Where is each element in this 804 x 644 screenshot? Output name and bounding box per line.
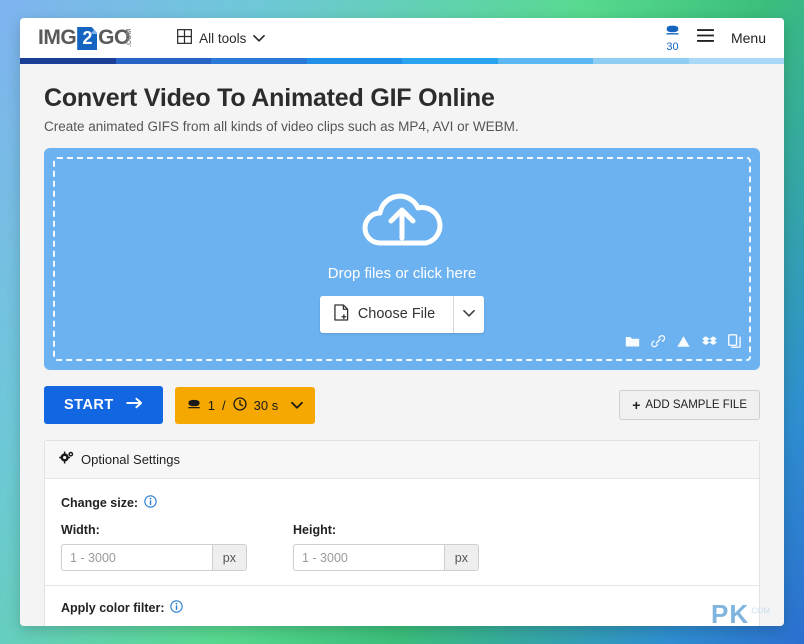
optional-settings-body: Change size: Width: px <box>45 479 759 626</box>
width-unit: px <box>211 544 247 571</box>
width-input-group: px <box>61 544 247 571</box>
watermark-small: .COM <box>749 606 770 616</box>
link-icon[interactable] <box>651 334 666 353</box>
quota-separator: / <box>222 397 226 413</box>
logo-text-two: 2 <box>77 27 98 50</box>
clock-icon <box>232 396 247 414</box>
info-icon[interactable] <box>170 600 184 616</box>
quota-files-count: 1 <box>207 397 215 413</box>
chevron-down-icon <box>291 398 304 413</box>
dropzone-inner: Drop files or click here Choose File <box>53 157 751 361</box>
start-button[interactable]: START <box>44 386 163 424</box>
change-size-label: Change size: <box>61 496 139 510</box>
header-right: 30 Menu <box>665 24 766 53</box>
file-add-icon <box>334 303 349 325</box>
file-dropzone[interactable]: Drop files or click here Choose File <box>44 148 760 370</box>
watermark: PK.COM <box>711 599 770 626</box>
main-content: Convert Video To Animated GIF Online Cre… <box>20 64 784 626</box>
hamburger-icon[interactable] <box>696 28 715 48</box>
choose-file-group: Choose File <box>319 295 485 333</box>
quota-badge[interactable]: 1 / 30 s <box>174 386 316 424</box>
logo-text-com: .COM <box>125 28 133 47</box>
quota-duration: 30 s <box>253 397 279 413</box>
folder-icon[interactable] <box>625 335 640 353</box>
height-label: Height: <box>293 523 337 537</box>
grid-icon <box>177 29 193 47</box>
credits-count: 30 <box>666 40 679 53</box>
logo-text-img: IMG <box>38 26 77 49</box>
width-label: Width: <box>61 523 100 537</box>
info-icon[interactable] <box>144 495 157 511</box>
settings-divider <box>45 585 759 586</box>
change-size-label-row: Change size: <box>61 495 743 511</box>
height-unit: px <box>443 544 479 571</box>
credits-counter[interactable]: 30 <box>665 24 680 53</box>
google-drive-icon[interactable] <box>676 335 691 353</box>
watermark-text: PK <box>710 599 750 626</box>
page-subtitle: Create animated GIFS from all kinds of v… <box>44 119 519 134</box>
add-sample-file-button[interactable]: + ADD SAMPLE FILE <box>619 390 760 420</box>
dropbox-icon[interactable] <box>702 335 717 353</box>
color-filter-label-row: Apply color filter: <box>61 600 743 616</box>
height-input-group: px <box>293 544 479 571</box>
drop-files-text: Drop files or click here <box>327 264 477 282</box>
import-service-icons <box>625 334 741 353</box>
optional-settings-panel: Optional Settings Change size: Width: 1 … <box>44 440 760 626</box>
cloud-upload-icon <box>356 186 448 261</box>
plus-icon: + <box>632 397 641 413</box>
action-row: START 1 / 30 s + ADD SAMPLE FILE <box>44 386 760 424</box>
choose-file-button[interactable]: Choose File <box>319 295 455 333</box>
clipboard-icon[interactable] <box>728 334 741 353</box>
start-label: START <box>64 397 114 413</box>
chevron-down-icon <box>253 31 266 46</box>
width-field-group: Width: px <box>61 523 247 571</box>
arrow-right-icon <box>126 397 143 413</box>
credits-icon <box>665 24 680 40</box>
all-tools-label: All tools <box>199 30 247 46</box>
height-input[interactable] <box>293 544 444 571</box>
color-filter-label: Apply color filter: <box>61 601 165 615</box>
all-tools-menu[interactable]: All tools <box>177 29 266 47</box>
credits-icon <box>187 398 201 413</box>
choose-file-label: Choose File <box>357 306 436 322</box>
chevron-down-icon <box>463 305 476 323</box>
site-header: IMG 2 GO .COM All tools 30 Menu <box>20 18 784 58</box>
menu-button[interactable]: Menu <box>731 30 766 46</box>
width-input[interactable] <box>61 544 212 571</box>
height-field-group: Height: px <box>293 523 479 571</box>
add-sample-label: ADD SAMPLE FILE <box>645 399 747 411</box>
optional-settings-header[interactable]: Optional Settings <box>45 441 759 479</box>
page-title: Convert Video To Animated GIF Online <box>44 84 495 112</box>
optional-settings-title: Optional Settings <box>81 452 181 467</box>
gears-icon <box>59 451 74 468</box>
page-card: IMG 2 GO .COM All tools 30 Menu Convert … <box>20 18 784 626</box>
size-inputs-row: Width: px Height: px <box>61 523 743 571</box>
choose-file-dropdown-toggle[interactable] <box>454 295 485 333</box>
img2go-logo[interactable]: IMG 2 GO .COM <box>38 26 149 50</box>
